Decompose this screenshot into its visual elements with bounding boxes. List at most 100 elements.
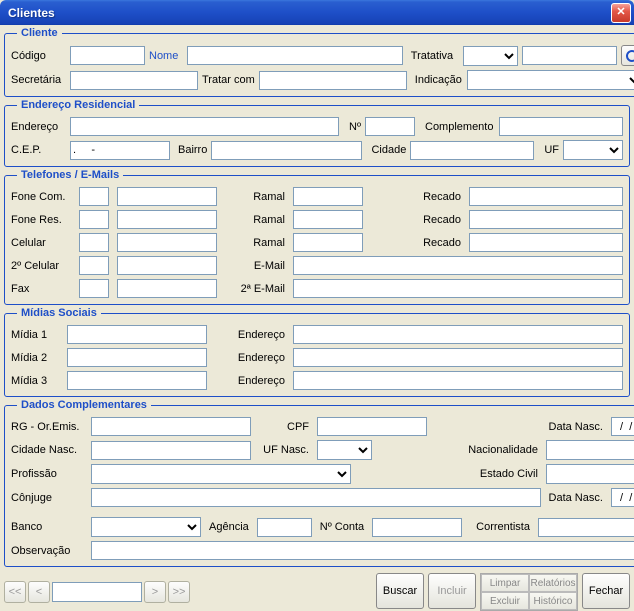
fone-res-ddd-input[interactable] [79,210,109,229]
fone-res-recado-input[interactable] [469,210,623,229]
relatorios-button[interactable]: Relatórios [529,574,577,592]
celular2-input[interactable] [117,256,217,275]
email2-input[interactable] [293,279,623,298]
midia3-end-label: Endereço [215,375,285,387]
midia1-end-label: Endereço [215,329,285,341]
profissao-select[interactable] [91,464,351,484]
midia2-end-label: Endereço [215,352,285,364]
nav-next-button[interactable]: > [144,581,166,603]
group-telefones: Telefones / E-Mails Fone Com. Ramal Reca… [4,169,630,305]
correntista-input[interactable] [538,518,634,537]
cep-input[interactable] [70,141,170,160]
tratar-com-label: Tratar com [202,74,255,86]
data-nasc-input[interactable] [611,417,634,436]
email-input[interactable] [293,256,623,275]
midia1-input[interactable] [67,325,207,344]
fax-label: Fax [11,283,71,295]
data-nasc2-input[interactable] [611,488,634,507]
close-icon[interactable]: ✕ [611,3,631,23]
group-telefones-legend: Telefones / E-Mails [17,169,123,181]
nome-input[interactable] [187,46,403,65]
group-dados-legend: Dados Complementares [17,399,151,411]
celular-recado-input[interactable] [469,233,623,252]
fone-com-ramal-input[interactable] [293,187,363,206]
fax-ddd-input[interactable] [79,279,109,298]
agencia-input[interactable] [257,518,312,537]
incluir-button[interactable]: Incluir [428,573,476,609]
endereco-input[interactable] [70,117,339,136]
conjuge-label: Cônjuge [11,492,83,504]
historico-button[interactable]: Histórico [529,592,577,610]
nav-position-input[interactable] [52,582,142,602]
fone-com-ramal-label: Ramal [225,191,285,203]
rg-input[interactable] [91,417,251,436]
uf-nasc-select[interactable] [317,440,372,460]
celular2-ddd-input[interactable] [79,256,109,275]
conta-label: Nº Conta [320,521,364,533]
cidade-label: Cidade [366,144,406,156]
group-cliente-legend: Cliente [17,27,62,39]
cpf-input[interactable] [317,417,427,436]
tratativa-extra-input[interactable] [522,46,617,65]
group-endereco: Endereço Residencial Endereço Nº Complem… [4,99,630,167]
conta-input[interactable] [372,518,462,537]
fone-res-label: Fone Res. [11,214,71,226]
secretaria-input[interactable] [70,71,198,90]
indicacao-label: Indicação [415,74,463,86]
fone-com-recado-label: Recado [371,191,461,203]
celular-input[interactable] [117,233,217,252]
nav-first-button[interactable]: << [4,581,26,603]
email-label: E-Mail [225,260,285,272]
celular-ddd-input[interactable] [79,233,109,252]
fone-res-input[interactable] [117,210,217,229]
midia2-end-input[interactable] [293,348,623,367]
numero-label: Nº [343,121,361,133]
numero-input[interactable] [365,117,415,136]
midia1-end-input[interactable] [293,325,623,344]
complemento-label: Complemento [425,121,495,133]
complemento-input[interactable] [499,117,623,136]
nav-last-button[interactable]: >> [168,581,190,603]
fax-input[interactable] [117,279,217,298]
search-button[interactable] [621,45,634,66]
midia2-input[interactable] [67,348,207,367]
uf-select[interactable] [563,140,623,160]
nav-prev-button[interactable]: < [28,581,50,603]
cep-label: C.E.P. [11,144,66,156]
nacionalidade-select[interactable] [546,440,634,460]
buscar-button[interactable]: Buscar [376,573,424,609]
fone-res-recado-label: Recado [371,214,461,226]
tratativa-label: Tratativa [411,50,459,62]
tratar-com-input[interactable] [259,71,407,90]
email2-label: 2ª E-Mail [225,283,285,295]
celular-ramal-input[interactable] [293,233,363,252]
fone-com-input[interactable] [117,187,217,206]
estado-civil-label: Estado Civil [480,468,538,480]
fechar-button[interactable]: Fechar [582,573,630,609]
fone-com-recado-input[interactable] [469,187,623,206]
midia3-input[interactable] [67,371,207,390]
obs-input[interactable] [91,541,634,560]
tratativa-select[interactable] [463,46,518,66]
fone-com-ddd-input[interactable] [79,187,109,206]
conjuge-input[interactable] [91,488,541,507]
bairro-input[interactable] [211,141,362,160]
indicacao-select[interactable] [467,70,634,90]
limpar-button[interactable]: Limpar [481,574,529,592]
agencia-label: Agência [209,521,249,533]
banco-select[interactable] [91,517,201,537]
estado-civil-select[interactable] [546,464,634,484]
banco-label: Banco [11,521,83,533]
codigo-input[interactable] [70,46,145,65]
midia3-end-input[interactable] [293,371,623,390]
fone-res-ramal-input[interactable] [293,210,363,229]
cidade-input[interactable] [410,141,534,160]
celular-ramal-label: Ramal [225,237,285,249]
codigo-label: Código [11,50,66,62]
record-navigator: << < > >> [4,581,190,603]
cidade-nasc-input[interactable] [91,441,251,460]
excluir-button[interactable]: Excluir [481,592,529,610]
search-icon [626,50,634,62]
fone-com-label: Fone Com. [11,191,71,203]
celular-recado-label: Recado [371,237,461,249]
